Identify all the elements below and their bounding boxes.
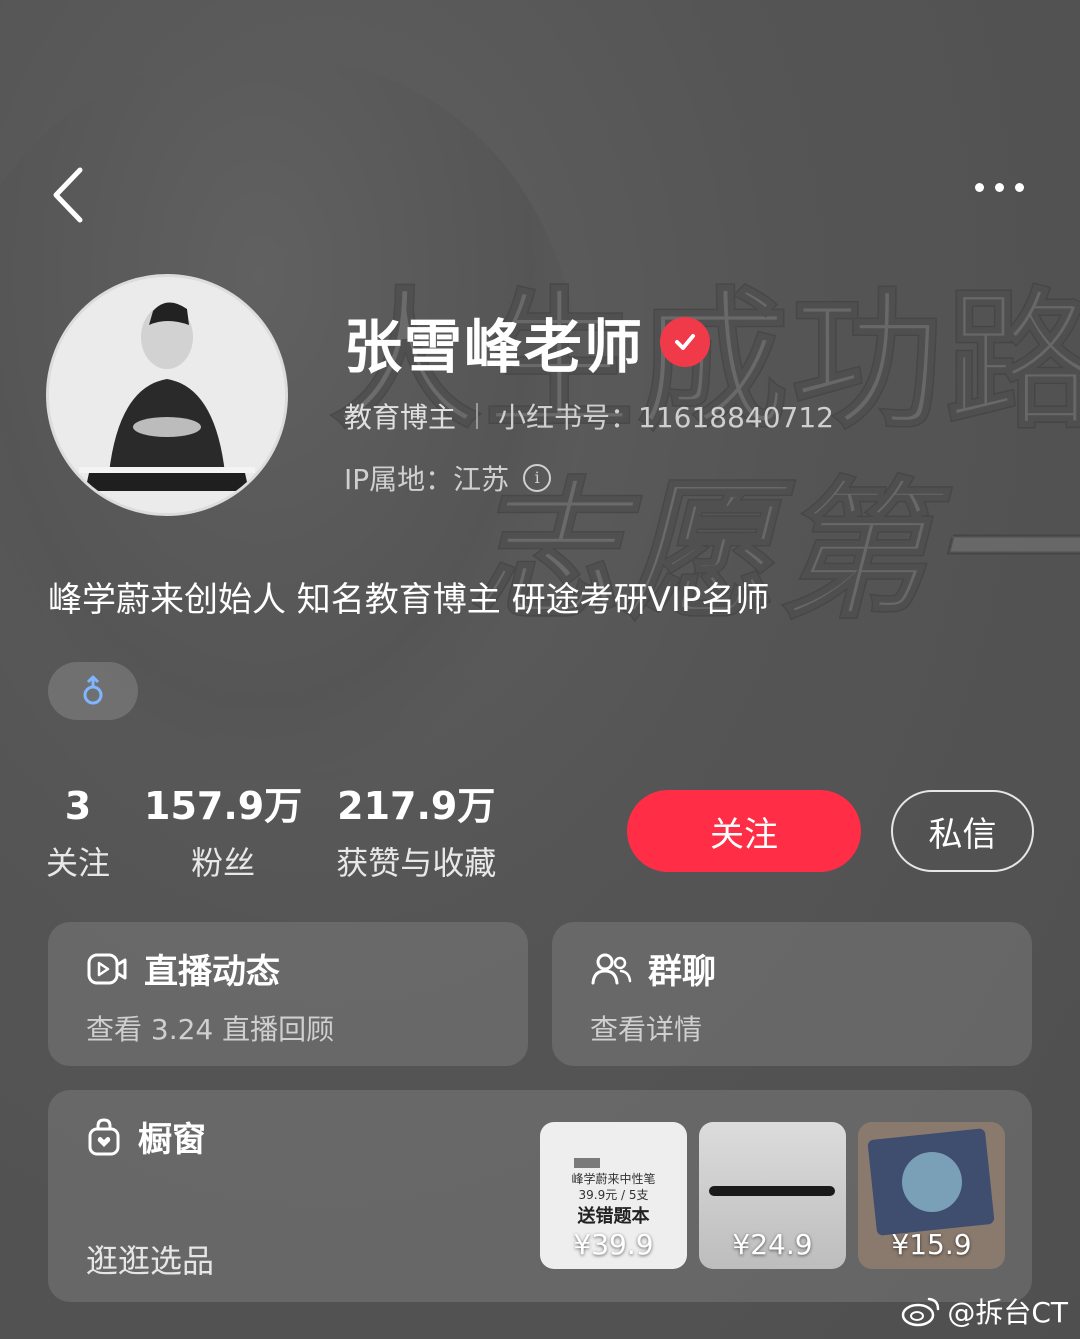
shop-window-card[interactable]: 橱窗 逛逛选品 峰学蔚来中性笔 39.9元 / 5支 送错题本 ¥39.9 ¥2… — [48, 1090, 1032, 1302]
group-card-subtitle: 查看详情 — [590, 1013, 703, 1046]
stat-number: 3 — [64, 784, 92, 828]
group-users-icon — [591, 953, 632, 984]
profile-category: 教育博主 — [344, 401, 457, 434]
profile-meta: 教育博主 小红书号：11618840712 — [344, 396, 834, 436]
avatar-photo — [49, 277, 285, 513]
stat-following[interactable]: 3 关注 — [46, 784, 110, 884]
shop-card-subtitle: 逛逛选品 — [86, 1242, 215, 1280]
info-icon[interactable]: i — [523, 464, 552, 492]
chevron-left-icon — [53, 167, 83, 223]
name-row: 张雪峰老师 — [344, 300, 711, 384]
group-card-title: 群聊 — [648, 952, 716, 992]
ip-location: IP属地：江苏 — [344, 463, 510, 496]
male-icon — [83, 675, 103, 705]
product-pen[interactable]: 峰学蔚来中性笔 39.9元 / 5支 送错题本 ¥39.9 — [540, 1122, 687, 1269]
product-notebook[interactable]: ¥15.9 — [858, 1122, 1005, 1269]
live-card-subtitle: 查看 3.24 直播回顾 — [86, 1013, 335, 1046]
top-bar — [0, 150, 1080, 240]
live-video-icon — [87, 953, 127, 984]
shopping-bag-icon — [88, 1117, 120, 1155]
product-text: 峰学蔚来中性笔 — [571, 1172, 656, 1186]
more-dots-icon — [974, 182, 984, 192]
stat-followers[interactable]: 157.9万 粉丝 — [144, 784, 302, 884]
divider — [476, 403, 479, 429]
live-card-title: 直播动态 — [144, 952, 280, 992]
stat-number: 217.9万 — [337, 784, 496, 828]
product-price: ¥15.9 — [891, 1228, 972, 1261]
watermark-text: @拆台CT — [947, 1296, 1068, 1329]
avatar[interactable] — [46, 274, 288, 516]
stat-label: 获赞与收藏 — [336, 844, 497, 882]
profile-name: 张雪峰老师 — [344, 313, 645, 381]
group-chat-card[interactable]: 群聊 查看详情 — [552, 922, 1032, 1066]
pen-image — [709, 1186, 835, 1196]
stats-row: 3 关注 157.9万 粉丝 217.9万 获赞与收藏 — [46, 784, 530, 884]
product-fountain-pen[interactable]: ¥24.9 — [699, 1122, 846, 1269]
product-price: ¥24.9 — [732, 1228, 813, 1261]
stat-number: 157.9万 — [144, 784, 303, 828]
message-button[interactable]: 私信 — [891, 790, 1034, 872]
ip-location-row: IP属地：江苏 i — [344, 458, 552, 498]
follow-button[interactable]: 关注 — [627, 790, 861, 872]
stat-likes-collections[interactable]: 217.9万 获赞与收藏 — [336, 784, 496, 884]
live-card[interactable]: 直播动态 查看 3.24 直播回顾 — [48, 922, 528, 1066]
watermark: @拆台CT — [901, 1291, 1068, 1331]
profile-bio: 峰学蔚来创始人 知名教育博主 研途考研VIP名师 — [48, 580, 770, 620]
gender-tag — [48, 662, 138, 720]
product-price: ¥39.9 — [573, 1228, 654, 1261]
shop-card-title: 橱窗 — [138, 1120, 206, 1160]
stat-label: 关注 — [46, 844, 111, 882]
more-options-button[interactable] — [964, 172, 1034, 202]
product-text: 39.9元 / 5支 — [578, 1188, 649, 1202]
verified-badge-icon — [660, 317, 711, 367]
redbook-id: 小红书号：11618840712 — [498, 401, 834, 434]
stat-label: 粉丝 — [191, 844, 256, 882]
back-button[interactable] — [46, 160, 106, 230]
weibo-icon — [902, 1297, 940, 1327]
product-text: 送错题本 — [577, 1206, 650, 1227]
